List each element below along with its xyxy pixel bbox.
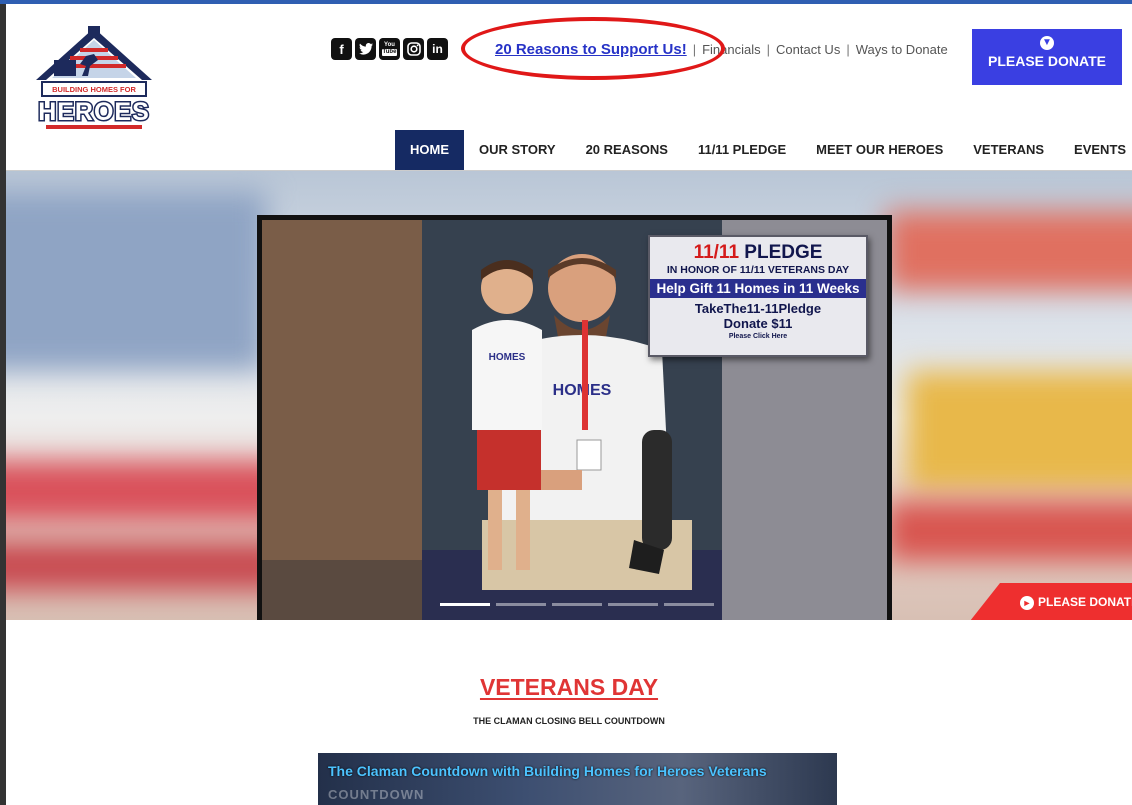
- pledge-cta: Please Click Here: [728, 333, 788, 340]
- nav-home[interactable]: HOME: [395, 130, 464, 170]
- slider-dot[interactable]: [496, 603, 546, 606]
- slider-dot[interactable]: [440, 603, 490, 606]
- pledge-title-num: 11/11: [693, 242, 740, 263]
- section-title: VETERANS DAY: [479, 674, 659, 700]
- page: BUILDING HOMES FOR HEROES f You Tube in …: [6, 4, 1132, 805]
- site-logo[interactable]: BUILDING HOMES FOR HEROES: [32, 24, 156, 134]
- slide-photo[interactable]: HOMES HOMES 11/11 PLEDGE: [262, 220, 887, 620]
- nav-our-story[interactable]: OUR STORY: [464, 130, 571, 170]
- contact-link[interactable]: Contact Us: [776, 42, 840, 57]
- blurred-flag-yellow: [906, 371, 1132, 491]
- section-subtitle: THE CLAMAN CLOSING BELL COUNTDOWN: [473, 716, 665, 726]
- top-links: 20 Reasons to Support Us! | Financials | Con…: [495, 41, 948, 58]
- link-separator: |: [846, 42, 850, 57]
- donate-button-label: PLEASE DONATE: [988, 53, 1106, 69]
- logo-line2: HEROES: [38, 98, 150, 126]
- slider-dots: [440, 603, 714, 606]
- blurred-flag-stripe: [886, 211, 1132, 291]
- arrow-down-circle-icon: ▼: [1040, 36, 1054, 50]
- pledge-title-word: PLEDGE: [744, 242, 823, 263]
- social-icons: f You Tube in: [331, 38, 448, 60]
- video-title[interactable]: The Claman Countdown with Building Homes…: [328, 763, 797, 779]
- blurred-flag-stripe: [6, 461, 286, 521]
- facebook-icon[interactable]: f: [331, 38, 352, 60]
- nav-meet-our-heroes[interactable]: MEET OUR HEROES: [801, 130, 958, 170]
- pledge-subtitle: IN HONOR OF 11/11 VETERANS DAY: [666, 264, 850, 276]
- blurred-flag-stripe: [886, 501, 1132, 561]
- youtube-icon-text-bottom: Tube: [381, 49, 398, 56]
- twitter-icon[interactable]: [355, 38, 376, 60]
- pledge-hashtag: TakeThe11-11Pledge: [694, 301, 822, 316]
- youtube-icon[interactable]: You Tube: [379, 38, 400, 60]
- donate-tab[interactable]: ► PLEASE DONATE: [970, 583, 1132, 620]
- link-separator: |: [692, 42, 697, 57]
- video-player[interactable]: COUNTDOWN The Claman Countdown with Buil…: [318, 753, 837, 805]
- pledge-amount: Donate $11: [723, 316, 793, 331]
- pledge-title: 11/11 PLEDGE: [650, 242, 866, 264]
- video-bg-text: COUNTDOWN: [328, 787, 425, 802]
- nav-20-reasons[interactable]: 20 REASONS: [571, 130, 683, 170]
- ways-to-donate-link[interactable]: Ways to Donate: [856, 42, 948, 57]
- slider-dot[interactable]: [552, 603, 602, 606]
- blurred-flag-stripe: [6, 541, 286, 591]
- nav-pledge[interactable]: 11/11 PLEDGE: [683, 130, 801, 170]
- pledge-banner: Help Gift 11 Homes in 11 Weeks: [650, 279, 866, 298]
- reasons-link[interactable]: 20 Reasons to Support Us!: [495, 41, 687, 58]
- donate-tab-label: PLEASE DONATE: [1038, 595, 1132, 609]
- slider-dot[interactable]: [608, 603, 658, 606]
- blurred-flag-blue: [6, 191, 266, 371]
- donate-button[interactable]: ▼ PLEASE DONATE: [972, 29, 1122, 85]
- arrow-right-circle-icon: ►: [1020, 596, 1034, 610]
- link-separator: |: [766, 42, 771, 57]
- child-shirt-print: HOMES: [489, 352, 526, 363]
- slider-dot[interactable]: [664, 603, 714, 606]
- pledge-callout[interactable]: 11/11 PLEDGE IN HONOR OF 11/11 VETERANS …: [648, 235, 868, 357]
- slide-frame: HOMES HOMES 11/11 PLEDGE: [257, 215, 892, 620]
- logo-line1: BUILDING HOMES FOR: [52, 85, 136, 94]
- financials-link[interactable]: Financials: [702, 42, 761, 57]
- nav-events[interactable]: EVENTS: [1059, 130, 1132, 170]
- youtube-icon-text-top: You: [384, 42, 395, 48]
- hero-slider: HOMES HOMES 11/11 PLEDGE: [6, 171, 1132, 620]
- nav-veterans[interactable]: VETERANS: [958, 130, 1059, 170]
- linkedin-icon[interactable]: in: [427, 38, 448, 60]
- instagram-icon[interactable]: [403, 38, 424, 60]
- main-nav: HOME OUR STORY 20 REASONS 11/11 PLEDGE M…: [395, 130, 1132, 170]
